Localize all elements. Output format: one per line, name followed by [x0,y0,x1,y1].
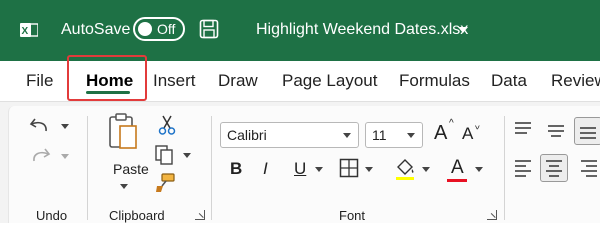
tab-data[interactable]: Data [491,71,527,91]
font-size-value: 11 [372,127,387,143]
home-tab-highlight [67,55,147,101]
redo-icon[interactable] [29,146,51,166]
font-launcher-icon[interactable] [487,210,497,220]
tab-page-layout[interactable]: Page Layout [282,71,377,91]
autosave-toggle[interactable]: Off [133,17,185,41]
title-bar: X AutoSave Off Highlight Weekend Dates.x… [0,0,600,61]
paste-dropdown-icon[interactable] [120,184,128,189]
bold-button[interactable]: B [230,159,242,179]
undo-icon[interactable] [29,116,51,136]
font-color-swatch [447,179,467,182]
font-name-value: Calibri [227,127,267,143]
borders-dropdown-icon[interactable] [365,167,373,172]
tab-draw[interactable]: Draw [218,71,258,91]
group-divider [211,116,212,220]
copy-dropdown-icon[interactable] [183,153,191,158]
ribbon: Undo Paste Clipboard Calibri 11 A ^ A ^ … [0,101,600,223]
tab-review[interactable]: Review [551,71,600,91]
italic-button[interactable]: I [263,159,268,179]
decrease-font-size-icon[interactable]: A [462,124,473,144]
svg-text:X: X [22,26,29,37]
increase-font-size-icon[interactable]: A [434,122,447,145]
redo-dropdown-icon[interactable] [61,154,69,159]
align-top-icon[interactable] [513,120,533,138]
excel-icon[interactable]: X [20,21,38,39]
chevron-down-icon [407,133,415,138]
clipboard-group-label: Clipboard [109,208,165,223]
copy-icon[interactable] [154,144,176,166]
borders-icon[interactable] [339,158,359,178]
tab-insert[interactable]: Insert [153,71,196,91]
underline-dropdown-icon[interactable] [315,167,323,172]
align-center-icon[interactable] [540,154,568,182]
file-name[interactable]: Highlight Weekend Dates.xlsx [256,21,468,39]
chevron-down-icon[interactable] [458,27,468,33]
align-right-icon[interactable] [579,158,599,178]
clipboard-launcher-icon[interactable] [195,210,205,220]
undo-group-label: Undo [36,208,68,223]
format-painter-icon[interactable] [154,172,176,194]
paste-button[interactable]: Paste [113,161,149,177]
tab-formulas[interactable]: Formulas [399,71,470,91]
font-group-label: Font [339,208,366,223]
save-icon[interactable] [199,19,219,39]
underline-button[interactable]: U [294,159,306,179]
group-divider [504,116,505,220]
ribbon-panel: Undo Paste Clipboard Calibri 11 A ^ A ^ … [8,106,600,223]
font-color-dropdown-icon[interactable] [475,167,483,172]
autosave-label: AutoSave [61,21,131,38]
font-color-button[interactable]: A [451,157,464,179]
tab-file[interactable]: File [26,71,53,91]
chevron-down-icon [343,133,351,138]
undo-dropdown-icon[interactable] [61,124,69,129]
decrease-caret-icon: ^ [475,119,480,130]
font-size-select[interactable]: 11 [365,122,423,148]
align-middle-icon[interactable] [546,121,566,139]
fill-color-dropdown-icon[interactable] [422,167,430,172]
paste-icon[interactable] [107,112,139,152]
increase-caret-icon: ^ [449,118,454,129]
align-bottom-icon[interactable] [574,117,600,145]
fill-color-icon[interactable] [394,157,416,181]
toggle-knob [138,22,152,36]
font-name-select[interactable]: Calibri [220,122,359,148]
group-divider [87,116,88,220]
cut-icon[interactable] [157,114,177,136]
align-left-icon[interactable] [513,158,533,178]
autosave-state: Off [157,21,176,37]
